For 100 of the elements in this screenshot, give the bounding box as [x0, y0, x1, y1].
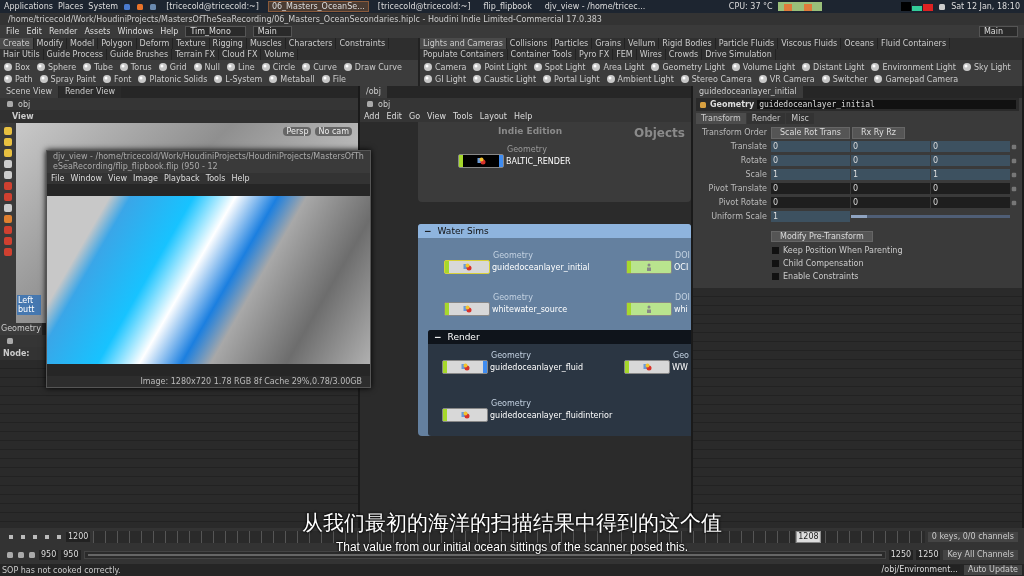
parameter-tab[interactable]: Transform — [696, 113, 746, 124]
value-field[interactable]: 0 — [931, 141, 1010, 152]
menu-item[interactable]: Tools — [453, 111, 473, 121]
shelf-tool[interactable]: Font — [114, 74, 132, 84]
path-field[interactable]: obj — [378, 99, 391, 109]
menu-item[interactable]: Assets — [84, 27, 111, 36]
shelf-tab[interactable]: Oceans — [841, 38, 879, 49]
menu-item[interactable]: View — [107, 173, 127, 184]
network-node[interactable] — [444, 302, 490, 316]
shelf-tool[interactable]: Ambient Light — [617, 74, 674, 84]
taskbar-item[interactable]: flip_flipbook — [479, 1, 536, 12]
value-field[interactable]: 0 — [771, 183, 850, 194]
shelf-tool[interactable]: Grid — [169, 62, 187, 72]
shelf-tool[interactable]: Environment Light — [882, 62, 956, 72]
playhead[interactable]: 1208 — [796, 531, 821, 543]
shelf-tab[interactable]: Viscous Fluids — [778, 38, 842, 49]
taskbar-item[interactable]: 06_Masters_OceanSe... — [267, 1, 369, 12]
menu-item[interactable]: Windows — [117, 27, 154, 36]
shelf-tool[interactable]: Curve — [313, 62, 337, 72]
order-dropdown[interactable]: Scale Rot Trans — [771, 126, 850, 139]
shelf-tool[interactable]: Caustic Light — [484, 74, 537, 84]
shelf-tool[interactable]: Distant Light — [813, 62, 865, 72]
end-field[interactable]: 1250 — [916, 550, 941, 560]
pre-transform-dropdown[interactable]: Modify Pre-Transform — [771, 231, 873, 242]
value-field[interactable]: 1 — [931, 169, 1010, 180]
checkbox[interactable] — [772, 272, 779, 280]
pane-tab[interactable]: Render View — [58, 86, 121, 98]
shelf-tool[interactable]: Point Light — [484, 62, 527, 72]
collapse-toggle[interactable]: − — [432, 331, 444, 343]
shelf-tool[interactable]: Platonic Solids — [149, 74, 208, 84]
shelf-tab[interactable]: Guide Process — [43, 49, 107, 60]
shelf-tool[interactable]: Sky Light — [974, 62, 1011, 72]
shelf-tool[interactable]: Area Light — [603, 62, 645, 72]
shelf-tool[interactable]: Metaball — [280, 74, 315, 84]
shelf-tab[interactable]: Container Tools — [507, 49, 576, 60]
checkbox[interactable] — [772, 246, 779, 254]
menu-item[interactable]: Help — [231, 173, 250, 184]
shelf-tool[interactable]: Stereo Camera — [691, 74, 752, 84]
menu-item[interactable]: File — [51, 173, 65, 184]
value-field[interactable]: 0 — [931, 183, 1010, 194]
camera-menu[interactable]: Persp — [283, 127, 312, 136]
shelf-tool[interactable]: Draw Curve — [354, 62, 402, 72]
value-field[interactable]: 0 — [931, 197, 1010, 208]
value-field[interactable]: 0 — [851, 183, 930, 194]
start-field[interactable]: 950 — [39, 550, 59, 560]
path-field[interactable]: obj — [18, 99, 31, 109]
shelf-tab[interactable]: Populate Containers — [420, 49, 508, 60]
menu-item[interactable]: Go — [409, 111, 421, 121]
update-button[interactable]: Auto Update — [963, 565, 1022, 575]
network-node[interactable] — [442, 408, 488, 422]
shelf-tool[interactable]: Line — [238, 62, 255, 72]
shelf-tab[interactable]: Constraints — [336, 38, 390, 49]
shelf-tool[interactable]: VR Camera — [769, 74, 815, 84]
value-field[interactable]: 0 — [771, 197, 850, 208]
value-field[interactable]: 0 — [931, 155, 1010, 166]
system-menu[interactable]: Places — [57, 2, 84, 11]
shelf-tab[interactable]: Volume — [261, 49, 299, 60]
shelf-tool[interactable]: Switcher — [832, 74, 868, 84]
value-field[interactable]: 1 — [851, 169, 930, 180]
shelf-tab[interactable]: Hair Utils — [0, 49, 44, 60]
menu-item[interactable]: File — [6, 27, 20, 36]
camera-menu[interactable]: No cam — [315, 127, 352, 136]
menu-item[interactable]: Tools — [205, 173, 226, 184]
network-node[interactable] — [442, 360, 488, 374]
pane-tab[interactable]: Geometry — [0, 323, 42, 335]
parameter-tab[interactable]: Misc — [786, 113, 814, 124]
value-field[interactable]: 1 — [771, 211, 850, 222]
layout-dropdown[interactable]: Main — [978, 26, 1018, 37]
menu-item[interactable]: Help — [160, 27, 179, 36]
shelf-tool[interactable]: Box — [15, 62, 30, 72]
shelf-tool[interactable]: Gamepad Camera — [885, 74, 959, 84]
shelf-tool[interactable]: Sphere — [47, 62, 77, 72]
taskbar-item[interactable]: [tricecold@tricecold:~] — [162, 1, 263, 12]
network-node[interactable] — [624, 360, 670, 374]
pane-tab[interactable]: guidedoceanlayer_initial — [693, 86, 803, 98]
start-field[interactable]: 950 — [61, 550, 81, 560]
end-field[interactable]: 1250 — [888, 550, 914, 560]
node-name-field[interactable]: guidedoceanlayer_initial — [757, 100, 1016, 109]
shelf-tool[interactable]: Camera — [435, 62, 467, 72]
frame-field[interactable]: 1200 — [66, 532, 91, 542]
network-node[interactable] — [626, 302, 672, 316]
menu-item[interactable]: Edit — [26, 27, 42, 36]
menu-item[interactable]: Help — [514, 111, 533, 121]
shelf-tool[interactable]: Circle — [272, 62, 296, 72]
taskbar-item[interactable]: [tricecold@tricecold:~] — [373, 1, 475, 12]
value-field[interactable]: 0 — [851, 141, 930, 152]
system-menu[interactable]: System — [88, 2, 119, 11]
collapse-toggle[interactable]: − — [422, 225, 434, 237]
shelf-tab[interactable]: Fluid Containers — [878, 38, 951, 49]
menu-item[interactable]: Image — [132, 173, 158, 184]
slider-track[interactable] — [851, 215, 1010, 218]
value-field[interactable]: 0 — [851, 155, 930, 166]
taskbar-item[interactable]: djv_view - /home/tricec... — [540, 1, 650, 12]
shelf-tool[interactable]: Tube — [94, 62, 113, 72]
system-menu[interactable]: Applications — [4, 2, 53, 11]
shelf-tool[interactable]: Torus — [130, 62, 152, 72]
network-node[interactable] — [458, 154, 504, 168]
menu-item[interactable]: Add — [364, 111, 380, 121]
shelf-tool[interactable]: Path — [15, 74, 33, 84]
checkbox[interactable] — [772, 259, 779, 267]
